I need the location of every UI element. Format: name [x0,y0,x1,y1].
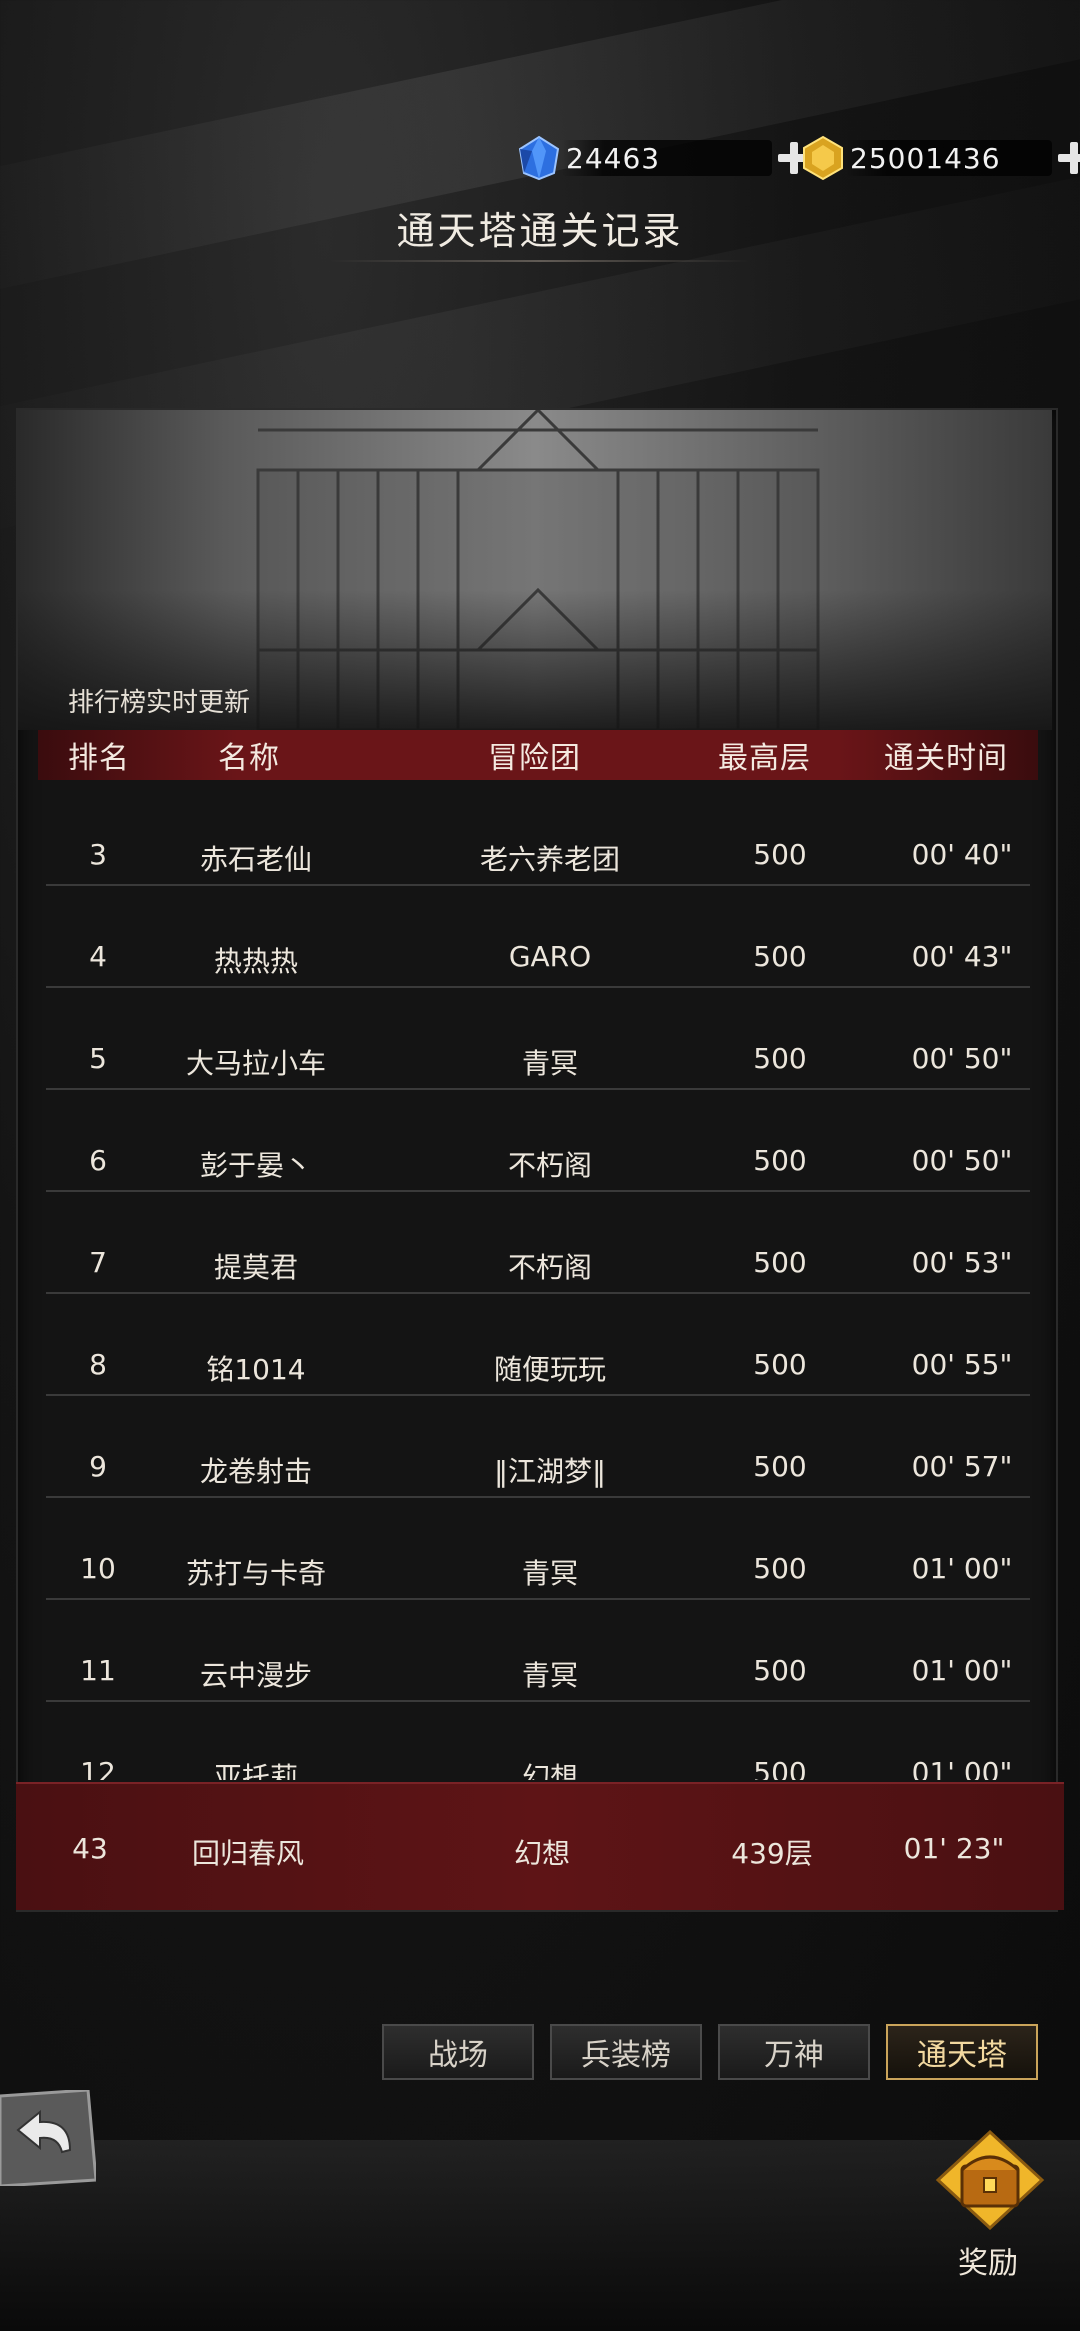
realtime-update-label: 排行榜实时更新 [68,688,251,718]
row-name: 大马拉小车 [185,1047,327,1080]
my-guild: 幻想 [513,1837,571,1870]
tab-pantheon[interactable]: 万神 [718,2024,870,2080]
back-arrow-icon[interactable] [0,2088,98,2188]
row-floor: 500 [753,1552,807,1585]
row-time: 00' 53" [911,1246,1013,1279]
my-name: 回归春风 [191,1837,305,1870]
tab-tower[interactable]: 通天塔 [886,2024,1038,2080]
row-floor: 500 [753,1348,807,1381]
reward-label[interactable]: 奖励 [958,2238,1018,2282]
row-name: 苏打与卡奇 [185,1557,327,1590]
row-floor: 500 [753,1450,807,1483]
table-row[interactable]: 11 云中漫步 青冥 500 01' 00" [46,1598,1030,1702]
row-time: 01' 00" [911,1654,1013,1687]
header-guild: 冒险团 [488,741,581,776]
row-time: 01' 00" [911,1552,1013,1585]
row-name: 铭1014 [206,1353,306,1386]
row-rank: 4 [89,940,107,973]
treasure-chest-icon[interactable] [934,2129,1046,2231]
row-rank: 6 [89,1144,107,1177]
row-guild: 随便玩玩 [493,1353,607,1386]
add-gold-button[interactable] [1056,140,1080,176]
row-time: 00' 50" [911,1144,1013,1177]
row-time: 00' 43" [911,940,1013,973]
row-floor: 500 [753,838,807,871]
gold-count: 25001436 [850,141,1001,175]
row-time: 00' 55" [911,1348,1013,1381]
table-row[interactable]: 10 苏打与卡奇 青冥 500 01' 00" [46,1496,1030,1600]
table-header: 排名 名称 冒险团 最高层 通关时间 [38,730,1038,780]
row-rank: 3 [89,838,107,871]
row-guild: 老六养老团 [479,843,621,876]
row-name: 提莫君 [213,1251,299,1284]
title-divider [330,260,750,262]
header-floor: 最高层 [718,741,811,776]
row-guild: GARO [508,940,592,973]
tab-equipment-ranking[interactable]: 兵装榜 [550,2024,702,2080]
row-guild: ‖江湖梦‖ [493,1455,607,1488]
row-rank: 11 [80,1654,116,1687]
row-floor: 500 [753,1042,807,1075]
gold-currency: 25001436 [800,135,1080,181]
gem-count: 24463 [566,141,661,175]
table-row[interactable]: 12 亚托莉 幻想 500 01' 00" [46,1700,1030,1780]
table-row[interactable]: 5 大马拉小车 青冥 500 00' 50" [46,986,1030,1090]
row-rank: 7 [89,1246,107,1279]
header-time: 通关时间 [884,741,1008,776]
blue-gem-icon [516,135,562,181]
row-time: 01' 00" [911,1756,1013,1780]
row-floor: 500 [753,1756,807,1780]
row-name: 云中漫步 [199,1659,313,1692]
ground-decoration [0,2140,1080,2331]
row-guild: 青冥 [521,1557,579,1590]
my-time: 01' 23" [903,1832,1005,1865]
page-title: 通天塔通关记录 [396,209,684,253]
row-name: 龙卷射击 [199,1455,313,1488]
row-guild: 青冥 [521,1659,579,1692]
row-name: 热热热 [213,945,299,978]
table-row[interactable]: 4 热热热 GARO 500 00' 43" [46,884,1030,988]
header-name: 名称 [218,741,280,776]
row-floor: 500 [753,1144,807,1177]
table-row[interactable]: 6 彭于晏丶 不朽阁 500 00' 50" [46,1088,1030,1192]
leaderboard-tabs: 战场 兵装榜 万神 通天塔 [382,2024,1038,2080]
row-rank: 8 [89,1348,107,1381]
row-time: 00' 57" [911,1450,1013,1483]
table-row[interactable]: 3 赤石老仙 老六养老团 500 00' 40" [46,782,1030,886]
row-floor: 500 [753,1246,807,1279]
row-name: 赤石老仙 [199,843,313,876]
header-rank: 排名 [68,741,130,776]
row-guild: 不朽阁 [507,1251,593,1284]
row-guild: 幻想 [521,1761,579,1780]
row-name: 彭于晏丶 [199,1149,313,1182]
row-floor: 500 [753,1654,807,1687]
row-time: 00' 40" [911,838,1013,871]
my-rank: 43 [72,1832,108,1865]
tab-battlefield[interactable]: 战场 [382,2024,534,2080]
gem-currency: 24463 [516,135,812,181]
row-floor: 500 [753,940,807,973]
ranking-list[interactable]: 3 赤石老仙 老六养老团 500 00' 40" 4 热热热 GARO 500 00' 43" 5 大… [38,782,1038,1780]
row-guild: 青冥 [521,1047,579,1080]
my-floor: 439层 [731,1837,813,1870]
gold-gem-icon [800,135,846,181]
row-rank: 9 [89,1450,107,1483]
row-rank: 10 [80,1552,116,1585]
row-time: 00' 50" [911,1042,1013,1075]
my-rank-row: 43 回归春风 幻想 439层 01' 23" [16,1782,1064,1910]
table-row[interactable]: 9 龙卷射击 ‖江湖梦‖ 500 00' 57" [46,1394,1030,1498]
row-rank: 12 [80,1756,116,1780]
table-row[interactable]: 8 铭1014 随便玩玩 500 00' 55" [46,1292,1030,1396]
table-row[interactable]: 7 提莫君 不朽阁 500 00' 53" [46,1190,1030,1294]
row-rank: 5 [89,1042,107,1075]
row-guild: 不朽阁 [507,1149,593,1182]
row-name: 亚托莉 [213,1761,299,1780]
